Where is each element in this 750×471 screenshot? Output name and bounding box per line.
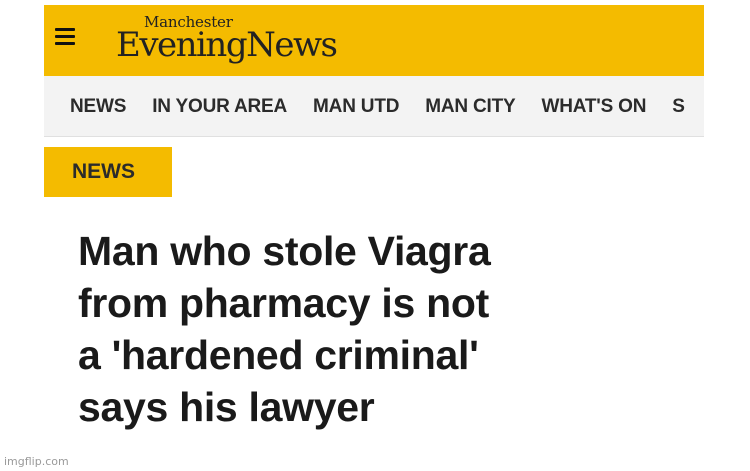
section-tag[interactable]: NEWS: [44, 147, 172, 197]
headline-line-4: says his lawyer: [78, 384, 375, 430]
headline-line-1: Man who stole Viagra: [78, 228, 491, 274]
nav-item-man-utd[interactable]: MAN UTD: [313, 96, 399, 118]
headline-line-2: from pharmacy is not: [78, 280, 489, 326]
nav-item-truncated[interactable]: S: [672, 96, 685, 118]
nav-item-man-city[interactable]: MAN CITY: [425, 96, 515, 118]
nav-item-in-your-area[interactable]: IN YOUR AREA: [152, 96, 287, 118]
masthead: Manchester EveningNews: [44, 5, 704, 76]
nav-items: NEWS IN YOUR AREA MAN UTD MAN CITY WHAT'…: [70, 96, 685, 118]
logo-evening-news: EveningNews: [116, 25, 338, 65]
watermark: imgflip.com: [4, 455, 69, 468]
hamburger-menu-icon[interactable]: [55, 27, 75, 47]
page-frame: Manchester EveningNews NEWS IN YOUR AREA…: [44, 5, 704, 471]
nav-item-whats-on[interactable]: WHAT'S ON: [541, 96, 646, 118]
nav-bar: NEWS IN YOUR AREA MAN UTD MAN CITY WHAT'…: [44, 76, 704, 137]
section-tag-label: NEWS: [72, 160, 135, 183]
nav-item-news[interactable]: NEWS: [70, 96, 126, 118]
article-headline: Man who stole Viagra from pharmacy is no…: [78, 225, 688, 433]
headline-line-3: a 'hardened criminal': [78, 332, 479, 378]
